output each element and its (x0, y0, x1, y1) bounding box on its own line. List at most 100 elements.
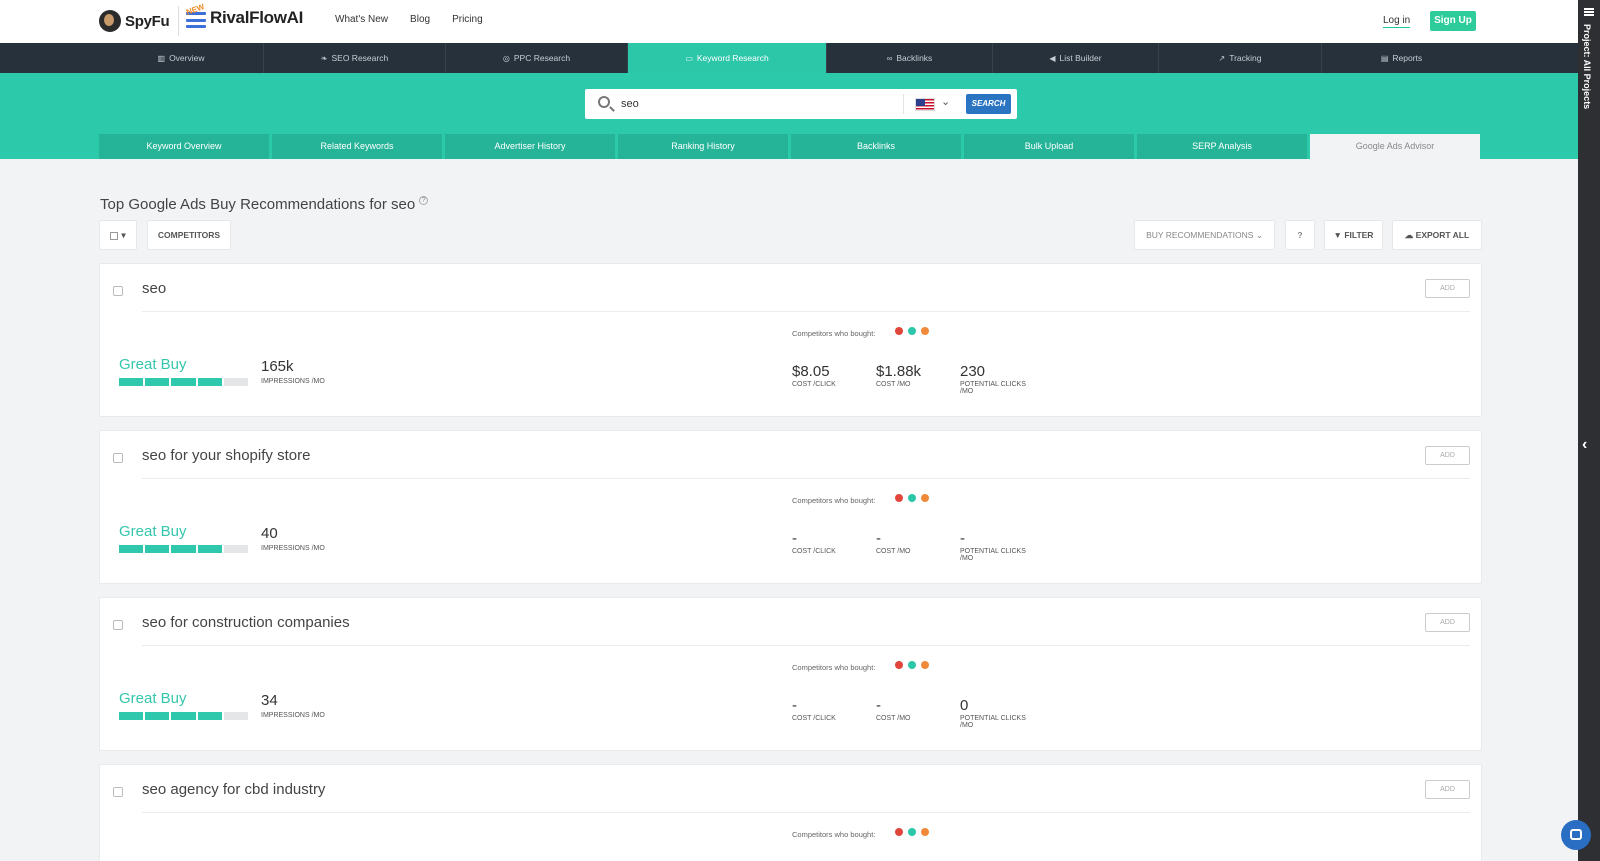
help-button[interactable]: ? (1285, 220, 1315, 250)
add-button[interactable]: ADD (1425, 446, 1470, 465)
keyword-card: seo for your shopify store ADD Competito… (99, 430, 1482, 584)
keyword-text[interactable]: seo (142, 280, 166, 297)
competitor-dot[interactable] (908, 327, 916, 335)
search-button[interactable]: SEARCH (966, 94, 1011, 114)
rating-bar (119, 378, 249, 386)
competitor-dot[interactable] (908, 661, 916, 669)
bar-chart-icon: ▥ (157, 54, 166, 63)
impressions-label: IMPRESSIONS /MO (261, 712, 325, 719)
rating-bar (119, 545, 249, 553)
chevron-down-icon[interactable]: ⌄ (941, 95, 950, 108)
tab-overview[interactable]: ▥ Overview (99, 43, 264, 73)
cost-per-click: - COST /CLICK (792, 530, 836, 555)
top-nav: What's New Blog Pricing (335, 14, 483, 25)
search-band: seo ⌄ SEARCH Keyword Overview Related Ke… (0, 73, 1578, 159)
signup-button[interactable]: Sign Up (1430, 11, 1476, 31)
select-all-dropdown[interactable]: ▾ (99, 220, 137, 250)
rivalflow-logo[interactable]: NEW RivalFlowAI (185, 2, 304, 28)
keyword-text[interactable]: seo for your shopify store (142, 447, 310, 464)
subtab-related-keywords[interactable]: Related Keywords (272, 134, 442, 159)
checkbox-icon (110, 231, 119, 240)
competitor-dot[interactable] (921, 327, 929, 335)
spyfu-logo[interactable]: SpyFu (99, 10, 170, 32)
competitor-dot[interactable] (908, 494, 916, 502)
competitor-dot[interactable] (895, 828, 903, 836)
top-header: SpyFu NEW RivalFlowAI What's New Blog Pr… (0, 0, 1578, 43)
subtab-bulk-upload[interactable]: Bulk Upload (964, 134, 1134, 159)
row-checkbox[interactable] (113, 620, 123, 630)
chat-launcher-icon[interactable] (1561, 820, 1591, 850)
row-checkbox[interactable] (113, 453, 123, 463)
competitors-button[interactable]: COMPETITORS (147, 220, 231, 250)
help-icon[interactable]: ? (419, 196, 429, 205)
document-icon: ▤ (1380, 54, 1389, 63)
impressions-label: IMPRESSIONS /MO (261, 378, 325, 385)
nav-whats-new[interactable]: What's New (335, 14, 388, 25)
chevron-down-icon: ⌄ (1255, 230, 1263, 240)
tab-backlinks[interactable]: ∞ Backlinks (827, 43, 993, 73)
tab-list-builder[interactable]: ◀ List Builder (993, 43, 1159, 73)
competitors-who-bought-label: Competitors who bought: (792, 830, 876, 839)
projects-label[interactable]: Project: All Projects (1582, 24, 1592, 109)
add-button[interactable]: ADD (1425, 780, 1470, 799)
subtab-google-ads-advisor[interactable]: Google Ads Advisor (1310, 134, 1480, 159)
competitor-dots[interactable] (895, 327, 929, 335)
competitor-dots[interactable] (895, 828, 929, 836)
nav-pricing[interactable]: Pricing (452, 14, 483, 25)
add-button[interactable]: ADD (1425, 279, 1470, 298)
chevron-left-icon[interactable]: ‹ (1582, 436, 1587, 454)
subtab-ranking-history[interactable]: Ranking History (618, 134, 788, 159)
cloud-download-icon: ☁ (1404, 230, 1414, 240)
competitor-dot[interactable] (895, 327, 903, 335)
keyword-card: seo for construction companies ADD Compe… (99, 597, 1482, 751)
subtab-keyword-overview[interactable]: Keyword Overview (99, 134, 269, 159)
buy-rating: Great Buy (119, 523, 187, 540)
filter-button[interactable]: ▼ FILTER (1324, 220, 1383, 250)
megaphone-icon: ◀ (1049, 54, 1056, 63)
link-icon: ∞ (886, 54, 893, 63)
tab-tracking[interactable]: ↗ Tracking (1159, 43, 1322, 73)
filter-icon: ▼ (1333, 230, 1342, 240)
export-all-button[interactable]: ☁ EXPORT ALL (1392, 220, 1482, 250)
tab-seo-research[interactable]: ❧ SEO Research (264, 43, 446, 73)
target-icon: ◎ (502, 54, 510, 63)
search-icon (598, 96, 610, 108)
spyfu-wordmark: SpyFu (125, 12, 170, 30)
competitors-who-bought-label: Competitors who bought: (792, 496, 876, 505)
subtab-backlinks[interactable]: Backlinks (791, 134, 961, 159)
cost-per-click: - COST /CLICK (792, 697, 836, 722)
tab-reports[interactable]: ▤ Reports (1322, 43, 1481, 73)
help-circle-icon: ? (1297, 230, 1303, 240)
tab-keyword-research[interactable]: ▭ Keyword Research (628, 43, 827, 73)
competitor-dot[interactable] (895, 494, 903, 502)
keyword-text[interactable]: seo agency for cbd industry (142, 781, 325, 798)
row-checkbox[interactable] (113, 787, 123, 797)
competitor-dot[interactable] (921, 828, 929, 836)
keyword-card: seo agency for cbd industry ADD Competit… (99, 764, 1482, 861)
competitor-dot[interactable] (895, 661, 903, 669)
competitor-dots[interactable] (895, 494, 929, 502)
competitor-dot[interactable] (921, 661, 929, 669)
logo-divider (178, 6, 179, 36)
tab-ppc-research[interactable]: ◎ PPC Research (446, 43, 628, 73)
hamburger-menu-icon[interactable] (1584, 8, 1594, 16)
main-nav: ▥ Overview ❧ SEO Research ◎ PPC Research ▭ K… (0, 43, 1578, 73)
impressions-value: 34 (261, 692, 278, 709)
rivalflow-wordmark: RivalFlowAI (210, 8, 304, 27)
nav-blog[interactable]: Blog (410, 14, 430, 25)
competitors-who-bought-label: Competitors who bought: (792, 663, 876, 672)
subtab-serp-analysis[interactable]: SERP Analysis (1137, 134, 1307, 159)
us-flag-icon[interactable] (915, 98, 935, 111)
row-checkbox[interactable] (113, 286, 123, 296)
competitor-dots[interactable] (895, 661, 929, 669)
add-button[interactable]: ADD (1425, 613, 1470, 632)
competitor-dot[interactable] (921, 494, 929, 502)
search-input[interactable]: seo (621, 98, 639, 110)
sort-dropdown[interactable]: BUY RECOMMENDATIONS ⌄ (1134, 220, 1275, 250)
competitor-dot[interactable] (908, 828, 916, 836)
subtab-advertiser-history[interactable]: Advertiser History (445, 134, 615, 159)
page-title: Top Google Ads Buy Recommendations for s… (100, 196, 429, 213)
card-divider (142, 645, 1470, 646)
keyword-text[interactable]: seo for construction companies (142, 614, 350, 631)
login-link[interactable]: Log in (1383, 15, 1411, 28)
